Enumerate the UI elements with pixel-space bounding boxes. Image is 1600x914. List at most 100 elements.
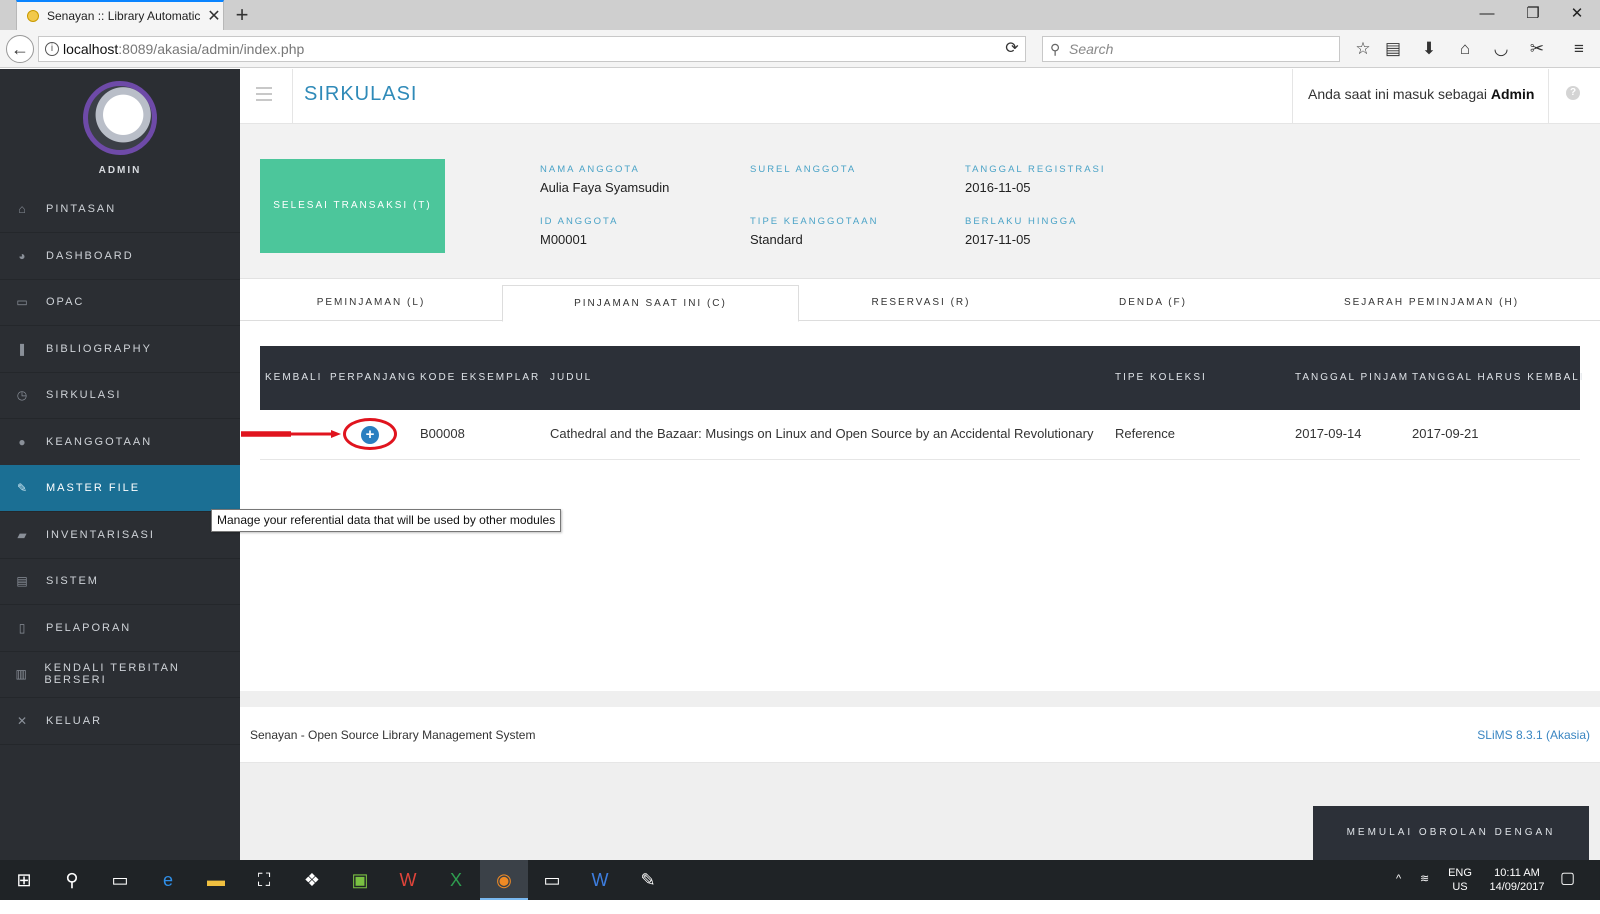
url-bar[interactable]: i localhost:8089/akasia/admin/index.php bbox=[38, 36, 1026, 62]
member-name-field: NAMA ANGGOTA Aulia Faya Syamsudin bbox=[540, 164, 669, 195]
sidebar-item-label: OPAC bbox=[46, 296, 85, 308]
excel-icon[interactable]: X bbox=[432, 860, 480, 900]
store-icon[interactable]: ⛶ bbox=[240, 860, 288, 900]
terminal-icon[interactable]: ▭ bbox=[528, 860, 576, 900]
start-icon[interactable]: ⊞ bbox=[0, 860, 48, 900]
download-icon[interactable]: ⬇ bbox=[1416, 37, 1442, 61]
tab-title: Senayan :: Library Automatic bbox=[47, 9, 201, 23]
sidebar-item-dashboard[interactable]: ◕ DASHBOARD bbox=[0, 233, 240, 280]
tray-chevron-icon[interactable]: ^ bbox=[1396, 872, 1401, 886]
help-icon[interactable]: ? bbox=[1566, 86, 1580, 100]
sidebar-item-bibliography[interactable]: ❚ BIBLIOGRAPHY bbox=[0, 326, 240, 373]
favicon-icon bbox=[27, 10, 39, 22]
member-type-field: TIPE KEANGGOTAAN Standard bbox=[750, 216, 878, 247]
loan-table: KEMBALI PERPANJANG KODE EKSEMPLAR JUDUL … bbox=[260, 346, 1583, 460]
col-judul: JUDUL bbox=[550, 372, 593, 383]
tab-denda[interactable]: DENDA (F) bbox=[1043, 285, 1263, 321]
member-email-label: SUREL ANGGOTA bbox=[750, 164, 857, 175]
info-icon[interactable]: i bbox=[45, 42, 59, 56]
sidebar-item-sirkulasi[interactable]: ◷ SIRKULASI bbox=[0, 372, 240, 419]
pencil-icon: ✎ bbox=[16, 481, 30, 495]
sidebar-item-label: PELAPORAN bbox=[46, 621, 132, 634]
sidebar-item-keluar[interactable]: ✕ KELUAR bbox=[0, 698, 240, 745]
sidebar-item-pelaporan[interactable]: ▯ PELAPORAN bbox=[0, 605, 240, 652]
hamburger-icon[interactable] bbox=[256, 87, 272, 101]
dropbox-icon[interactable]: ❖ bbox=[288, 860, 336, 900]
sidebar-item-label: SISTEM bbox=[46, 575, 99, 587]
tab-pinjaman-saat-ini[interactable]: PINJAMAN SAAT INI (C) bbox=[502, 285, 799, 322]
back-button[interactable]: ← bbox=[6, 35, 34, 63]
clock-icon: ◷ bbox=[16, 388, 30, 402]
sidebar-item-sistem[interactable]: ▤ SISTEM bbox=[0, 558, 240, 605]
bookmark-star-icon[interactable]: ☆ bbox=[1350, 37, 1376, 61]
sidebar-item-label: KEANGGOTAAN bbox=[46, 435, 153, 448]
sidebar-item-inventarisasi[interactable]: ▰ INVENTARISASI bbox=[0, 512, 240, 559]
minimize-button[interactable]: — bbox=[1464, 0, 1510, 30]
dashboard-icon: ◕ bbox=[18, 248, 28, 263]
version-link[interactable]: SLiMS 8.3.1 (Akasia) bbox=[1477, 728, 1590, 742]
file-explorer-icon[interactable]: ▬ bbox=[192, 860, 240, 900]
cell-title: Cathedral and the Bazaar: Musings on Lin… bbox=[550, 426, 1094, 441]
clock[interactable]: 10:11 AM 14/09/2017 bbox=[1484, 866, 1550, 894]
search-placeholder: Search bbox=[1069, 41, 1114, 57]
sidebar-item-master-file[interactable]: ✎ MASTER FILE bbox=[0, 465, 240, 512]
member-id-label: ID ANGGOTA bbox=[540, 216, 619, 227]
sidebar-item-pintasan[interactable]: ⌂ PINTASAN bbox=[0, 186, 240, 233]
member-type: Standard bbox=[750, 232, 803, 247]
file-icon: ▯ bbox=[18, 620, 28, 635]
search-taskbar-icon[interactable]: ⚲ bbox=[48, 860, 96, 900]
member-id-field: ID ANGGOTA M00001 bbox=[540, 216, 618, 247]
wifi-icon[interactable]: ≋ bbox=[1420, 872, 1429, 886]
language: ENG bbox=[1448, 867, 1472, 879]
sidebar-item-label: MASTER FILE bbox=[46, 482, 141, 494]
firefox-icon[interactable]: ◉ bbox=[480, 860, 528, 900]
close-tab-icon[interactable]: ✕ bbox=[205, 6, 223, 26]
register-date: 2016-11-05 bbox=[965, 180, 1031, 195]
cell-loan-date: 2017-09-14 bbox=[1295, 426, 1362, 441]
cell-collection: Reference bbox=[1115, 426, 1175, 441]
region: US bbox=[1452, 881, 1468, 893]
notification-icon[interactable]: ▢ bbox=[1560, 871, 1575, 887]
member-id: M00001 bbox=[540, 232, 587, 247]
table-header: KEMBALI PERPANJANG KODE EKSEMPLAR JUDUL … bbox=[260, 346, 1583, 410]
sidebar-item-label: INVENTARISASI bbox=[46, 528, 155, 541]
edge-icon[interactable]: e bbox=[144, 860, 192, 900]
tab-sejarah-peminjaman[interactable]: SEJARAH PEMINJAMAN (H) bbox=[1263, 285, 1600, 321]
evernote-icon[interactable]: ▣ bbox=[336, 860, 384, 900]
finish-transaction-button[interactable]: SELESAI TRANSAKSI (T) bbox=[260, 159, 445, 253]
sidebar-item-kendali-terbitan-berseri[interactable]: ▥ KENDALI TERBITAN BERSERI bbox=[0, 651, 240, 698]
tab-reservasi[interactable]: RESERVASI (R) bbox=[799, 285, 1043, 321]
task-view-icon[interactable]: ▭ bbox=[96, 860, 144, 900]
extend-loan-button[interactable]: + bbox=[361, 426, 379, 444]
paint-icon[interactable]: ✎ bbox=[624, 860, 672, 900]
language-indicator[interactable]: ENG US bbox=[1444, 866, 1476, 894]
sidebar-item-label: PINTASAN bbox=[46, 203, 117, 215]
home-icon[interactable]: ⌂ bbox=[1452, 37, 1478, 61]
col-perpanjang: PERPANJANG bbox=[330, 372, 418, 383]
page-header: SIRKULASI Anda saat ini masuk sebagai Ad… bbox=[240, 69, 1600, 124]
word-icon[interactable]: W bbox=[576, 860, 624, 900]
search-input[interactable]: ⚲ Search bbox=[1042, 36, 1340, 62]
sidebar-item-opac[interactable]: ▭ OPAC bbox=[0, 279, 240, 326]
new-tab-button[interactable]: + bbox=[228, 2, 256, 28]
browser-tab[interactable]: Senayan :: Library Automatic ✕ bbox=[16, 0, 224, 30]
sidebar-item-keanggotaan[interactable]: ● KEANGGOTAAN bbox=[0, 419, 240, 466]
wps-icon[interactable]: W bbox=[384, 860, 432, 900]
tab-peminjaman[interactable]: PEMINJAMAN (L) bbox=[240, 285, 502, 321]
bookmark-icon: ❚ bbox=[16, 341, 30, 356]
avatar bbox=[83, 81, 157, 155]
user-icon: ● bbox=[18, 434, 28, 449]
pocket-icon[interactable]: ◡ bbox=[1488, 37, 1514, 61]
start-chat-button[interactable]: MEMULAI OBROLAN DENGAN ANGGOTA bbox=[1313, 806, 1589, 892]
close-window-button[interactable]: ✕ bbox=[1554, 0, 1600, 30]
cell-code: B00008 bbox=[420, 426, 465, 441]
menu-icon[interactable]: ≡ bbox=[1566, 37, 1592, 61]
reload-icon[interactable]: ⟳ bbox=[1000, 38, 1024, 60]
extension-icon[interactable]: ✂ bbox=[1524, 37, 1550, 61]
sidebar-item-label: KENDALI TERBITAN BERSERI bbox=[44, 662, 180, 686]
reading-list-icon[interactable]: ▤ bbox=[1380, 37, 1406, 61]
restore-button[interactable]: ❐ bbox=[1510, 0, 1556, 30]
valid-until-label: BERLAKU HINGGA bbox=[965, 216, 1078, 227]
col-tanggal-pinjam: TANGGAL PINJAM bbox=[1295, 372, 1410, 383]
keyboard-icon: ▤ bbox=[16, 574, 30, 588]
